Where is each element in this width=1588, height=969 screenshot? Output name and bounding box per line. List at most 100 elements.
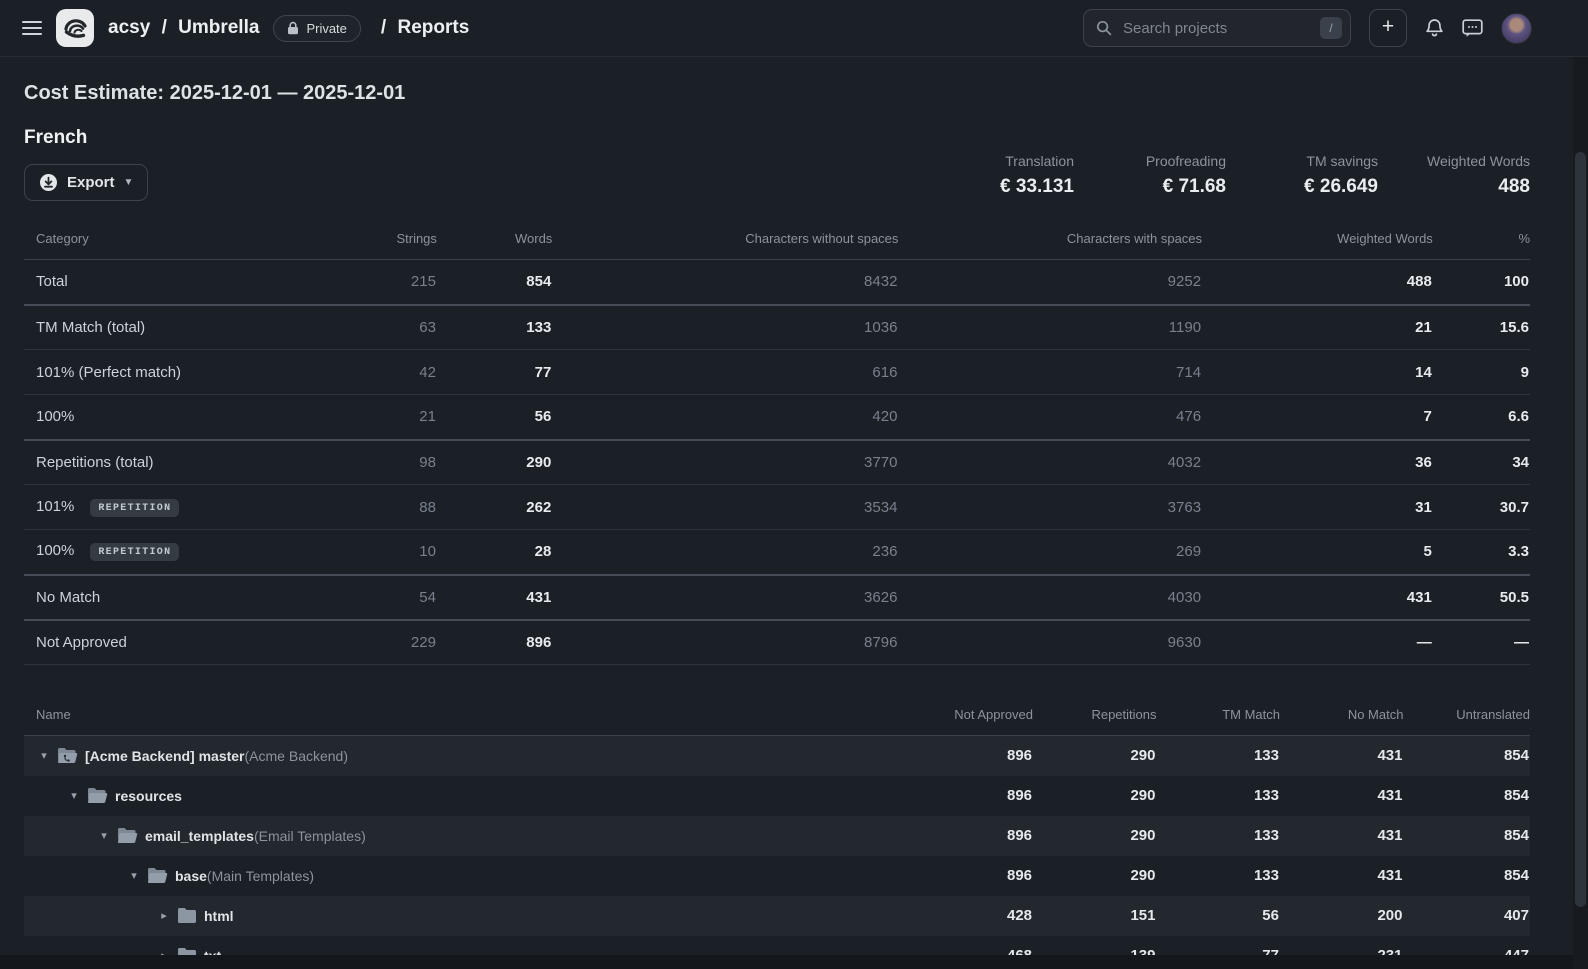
file-cell-tm-match: 133: [1157, 816, 1280, 856]
search-box[interactable]: /: [1083, 9, 1351, 47]
column-header-no-match: No Match: [1280, 699, 1403, 736]
folder-open-icon: [147, 867, 168, 884]
caret-expanded-icon[interactable]: ▾: [35, 749, 53, 762]
file-cell-tm-match: 133: [1157, 776, 1280, 816]
language-toolbar: French Export ▼ Translation € 33.131: [24, 127, 1530, 201]
breadcrumb-project[interactable]: Umbrella: [178, 17, 259, 38]
file-tree-row[interactable]: ▾[Acme Backend] master(Acme Backend)8962…: [24, 736, 1530, 776]
column-header-words: Words: [437, 223, 552, 260]
caret-collapsed-icon[interactable]: ▸: [155, 909, 173, 922]
cost-cell-chars-without-spaces: 420: [552, 395, 898, 440]
cost-cell-weighted-words: 36: [1202, 440, 1433, 485]
file-cell-repetitions: 290: [1033, 856, 1156, 896]
file-cell-no-match: 200: [1280, 896, 1403, 936]
file-tree-row[interactable]: ▸html42815156200407: [24, 896, 1530, 936]
file-cell-untranslated: 854: [1403, 856, 1530, 896]
cost-cell-category: 101% (Perfect match): [24, 350, 282, 395]
caret-expanded-icon[interactable]: ▾: [95, 829, 113, 842]
caret-collapsed-icon[interactable]: ▸: [155, 949, 173, 955]
user-avatar[interactable]: [1501, 13, 1532, 44]
lock-icon: [287, 21, 299, 35]
file-name-suffix: (Main Templates): [207, 868, 314, 884]
file-cell-not-approved: 896: [902, 816, 1033, 856]
category-label: Total: [36, 273, 68, 290]
category-label: 101% (Perfect match): [36, 364, 181, 381]
cost-cell-percent: 3.3: [1433, 530, 1530, 575]
cost-table-row: Repetitions (total)98290377040323634: [24, 440, 1530, 485]
messages-button[interactable]: [1462, 19, 1483, 38]
file-tree-row[interactable]: ▾resources896290133431854: [24, 776, 1530, 816]
file-cell-name: ▸ html: [24, 896, 902, 936]
cost-cell-weighted-words: 7: [1202, 395, 1433, 440]
caret-expanded-icon[interactable]: ▾: [65, 789, 83, 802]
cost-estimate-table: Category Strings Words Characters withou…: [24, 223, 1530, 665]
file-name-label: [Acme Backend] master: [85, 748, 245, 764]
file-cell-name: ▾email_templates(Email Templates): [24, 816, 902, 856]
file-cell-tm-match: 56: [1157, 896, 1280, 936]
cost-cell-strings: 98: [282, 440, 437, 485]
logo-swirl-icon: [62, 15, 88, 41]
cost-cell-chars-with-spaces: 476: [898, 395, 1202, 440]
app-logo[interactable]: [56, 9, 94, 47]
cost-cell-chars-without-spaces: 8796: [552, 620, 898, 665]
stat-label: Translation: [922, 153, 1074, 169]
column-header-tm-match: TM Match: [1157, 699, 1280, 736]
category-label: Repetitions (total): [36, 454, 154, 471]
cost-cell-percent: 100: [1433, 260, 1530, 305]
stat-value: € 33.131: [922, 176, 1074, 198]
export-button[interactable]: Export ▼: [24, 164, 148, 201]
category-label: 101%: [36, 498, 74, 515]
file-name-suffix: (Acme Backend): [245, 748, 348, 764]
column-header-name: Name: [24, 699, 902, 736]
cost-cell-chars-with-spaces: 269: [898, 530, 1202, 575]
column-header-chars-without-spaces: Characters without spaces: [552, 223, 898, 260]
scrollbar-track[interactable]: [1573, 57, 1588, 969]
cost-table-row: No Match544313626403043150.5: [24, 575, 1530, 620]
file-cell-not-approved: 428: [902, 896, 1033, 936]
cost-cell-category: Total: [24, 260, 282, 305]
cost-cell-strings: 10: [282, 530, 437, 575]
file-cell-no-match: 431: [1280, 856, 1403, 896]
cost-cell-category: Not Approved: [24, 620, 282, 665]
tree-node: ▾email_templates(Email Templates): [25, 827, 901, 844]
stat-label: Weighted Words: [1378, 153, 1530, 169]
top-navigation-bar: acsy / Umbrella Private / Reports /: [0, 0, 1588, 57]
cost-cell-percent: —: [1433, 620, 1530, 665]
create-project-button[interactable]: +: [1369, 9, 1407, 47]
scrollbar-thumb[interactable]: [1575, 152, 1586, 907]
column-header-strings: Strings: [282, 223, 437, 260]
file-cell-not-approved: 896: [902, 856, 1033, 896]
cost-cell-weighted-words: —: [1202, 620, 1433, 665]
cost-cell-category: 100%REPETITION: [24, 530, 282, 575]
breadcrumb-org[interactable]: acsy: [108, 17, 150, 38]
cost-cell-category: No Match: [24, 575, 282, 620]
search-input[interactable]: [1121, 19, 1311, 38]
cost-cell-percent: 9: [1433, 350, 1530, 395]
cost-cell-category: Repetitions (total): [24, 440, 282, 485]
file-cell-not-approved: 468: [902, 936, 1033, 956]
file-tree-row[interactable]: ▸txt46813977231447: [24, 936, 1530, 956]
cost-cell-words: 28: [437, 530, 552, 575]
cost-cell-weighted-words: 431: [1202, 575, 1433, 620]
cost-cell-weighted-words: 488: [1202, 260, 1433, 305]
stat-weighted-words: Weighted Words 488: [1378, 153, 1530, 198]
file-tree-row[interactable]: ▾base(Main Templates)896290133431854: [24, 856, 1530, 896]
stat-tm-savings: TM savings € 26.649: [1226, 153, 1378, 198]
search-shortcut-key: /: [1320, 17, 1342, 39]
notifications-button[interactable]: [1425, 18, 1444, 38]
bell-icon: [1425, 18, 1444, 38]
cost-cell-words: 56: [437, 395, 552, 440]
stat-value: 488: [1378, 176, 1530, 198]
file-name-label: html: [204, 908, 234, 924]
file-cell-name: ▾base(Main Templates): [24, 856, 902, 896]
file-cell-name: ▾resources: [24, 776, 902, 816]
file-name-label: txt: [204, 948, 221, 956]
column-header-category: Category: [24, 223, 282, 260]
cost-cell-chars-without-spaces: 236: [552, 530, 898, 575]
file-cell-name: ▸ txt: [24, 936, 902, 956]
hamburger-menu-icon[interactable]: [22, 21, 42, 35]
file-tree-row[interactable]: ▾email_templates(Email Templates)8962901…: [24, 816, 1530, 856]
caret-expanded-icon[interactable]: ▾: [125, 869, 143, 882]
file-cell-untranslated: 854: [1403, 816, 1530, 856]
column-header-repetitions: Repetitions: [1033, 699, 1156, 736]
